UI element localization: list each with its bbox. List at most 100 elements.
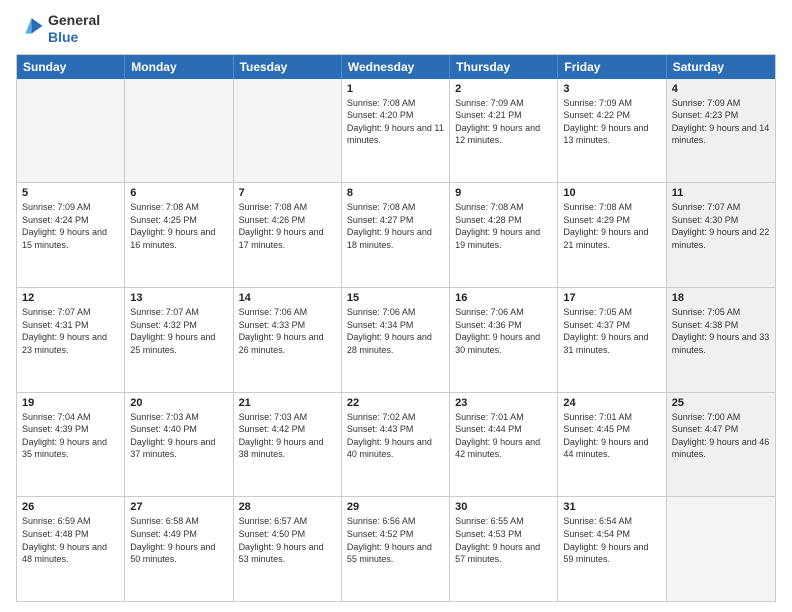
- cell-info: Sunrise: 7:01 AMSunset: 4:44 PMDaylight:…: [455, 411, 552, 461]
- calendar-cell: 6 Sunrise: 7:08 AMSunset: 4:25 PMDaylight…: [125, 183, 233, 287]
- day-number: 30: [455, 501, 552, 513]
- calendar-cell: 30 Sunrise: 6:55 AMSunset: 4:53 PMDayligh…: [450, 497, 558, 601]
- cell-info: Sunrise: 7:05 AMSunset: 4:38 PMDaylight:…: [672, 306, 770, 356]
- cell-info: Sunrise: 7:04 AMSunset: 4:39 PMDaylight:…: [22, 411, 119, 461]
- logo-general: General: [48, 12, 100, 29]
- day-number: 2: [455, 83, 552, 95]
- day-number: 28: [239, 501, 336, 513]
- calendar-cell: 25 Sunrise: 7:00 AMSunset: 4:47 PMDayligh…: [667, 393, 775, 497]
- cell-info: Sunrise: 7:05 AMSunset: 4:37 PMDaylight:…: [563, 306, 660, 356]
- day-number: 4: [672, 83, 770, 95]
- logo: General Blue: [16, 12, 100, 46]
- cell-info: Sunrise: 7:08 AMSunset: 4:29 PMDaylight:…: [563, 201, 660, 251]
- day-number: 6: [130, 187, 227, 199]
- day-number: 24: [563, 397, 660, 409]
- calendar-cell: [125, 79, 233, 183]
- day-number: 25: [672, 397, 770, 409]
- day-header-sunday: Sunday: [17, 55, 125, 79]
- calendar-cell: 10 Sunrise: 7:08 AMSunset: 4:29 PMDayligh…: [558, 183, 666, 287]
- calendar-cell: 26 Sunrise: 6:59 AMSunset: 4:48 PMDayligh…: [17, 497, 125, 601]
- day-number: 31: [563, 501, 660, 513]
- day-number: 16: [455, 292, 552, 304]
- cell-info: Sunrise: 7:08 AMSunset: 4:27 PMDaylight:…: [347, 201, 444, 251]
- cell-info: Sunrise: 6:56 AMSunset: 4:52 PMDaylight:…: [347, 515, 444, 565]
- calendar-row-4: 19Sunrise: 7:04 AMSunset: 4:39 PMDayligh…: [17, 393, 775, 498]
- calendar-cell: 21Sunrise: 7:03 AMSunset: 4:42 PMDayligh…: [234, 393, 342, 497]
- calendar-row-2: 5 Sunrise: 7:09 AMSunset: 4:24 PMDaylight…: [17, 183, 775, 288]
- cell-info: Sunrise: 7:09 AMSunset: 4:22 PMDaylight:…: [563, 97, 660, 147]
- day-header-tuesday: Tuesday: [234, 55, 342, 79]
- day-number: 27: [130, 501, 227, 513]
- calendar-cell: 22 Sunrise: 7:02 AMSunset: 4:43 PMDayligh…: [342, 393, 450, 497]
- day-number: 7: [239, 187, 336, 199]
- cell-info: Sunrise: 7:08 AMSunset: 4:20 PMDaylight:…: [347, 97, 444, 147]
- calendar-cell: 1 Sunrise: 7:08 AMSunset: 4:20 PMDaylight…: [342, 79, 450, 183]
- logo-blue: Blue: [48, 29, 100, 46]
- day-number: 29: [347, 501, 444, 513]
- calendar-cell: 16Sunrise: 7:06 AMSunset: 4:36 PMDayligh…: [450, 288, 558, 392]
- cell-info: Sunrise: 7:02 AMSunset: 4:43 PMDaylight:…: [347, 411, 444, 461]
- calendar-cell: 15Sunrise: 7:06 AMSunset: 4:34 PMDayligh…: [342, 288, 450, 392]
- calendar-cell: 13Sunrise: 7:07 AMSunset: 4:32 PMDayligh…: [125, 288, 233, 392]
- day-header-thursday: Thursday: [450, 55, 558, 79]
- day-number: 3: [563, 83, 660, 95]
- page: General Blue SundayMondayTuesdayWednesda…: [0, 0, 792, 612]
- cell-info: Sunrise: 7:07 AMSunset: 4:31 PMDaylight:…: [22, 306, 119, 356]
- cell-info: Sunrise: 7:09 AMSunset: 4:24 PMDaylight:…: [22, 201, 119, 251]
- calendar-cell: 2 Sunrise: 7:09 AMSunset: 4:21 PMDaylight…: [450, 79, 558, 183]
- day-number: 14: [239, 292, 336, 304]
- cell-info: Sunrise: 6:54 AMSunset: 4:54 PMDaylight:…: [563, 515, 660, 565]
- cell-info: Sunrise: 7:03 AMSunset: 4:42 PMDaylight:…: [239, 411, 336, 461]
- day-number: 10: [563, 187, 660, 199]
- calendar-cell: 9Sunrise: 7:08 AMSunset: 4:28 PMDaylight…: [450, 183, 558, 287]
- day-number: 5: [22, 187, 119, 199]
- cell-info: Sunrise: 7:03 AMSunset: 4:40 PMDaylight:…: [130, 411, 227, 461]
- calendar-cell: 27 Sunrise: 6:58 AMSunset: 4:49 PMDayligh…: [125, 497, 233, 601]
- cell-info: Sunrise: 7:01 AMSunset: 4:45 PMDaylight:…: [563, 411, 660, 461]
- calendar-cell: 20Sunrise: 7:03 AMSunset: 4:40 PMDayligh…: [125, 393, 233, 497]
- cell-info: Sunrise: 7:09 AMSunset: 4:21 PMDaylight:…: [455, 97, 552, 147]
- day-number: 26: [22, 501, 119, 513]
- calendar-cell: 28 Sunrise: 6:57 AMSunset: 4:50 PMDayligh…: [234, 497, 342, 601]
- calendar-body: 1 Sunrise: 7:08 AMSunset: 4:20 PMDaylight…: [17, 79, 775, 601]
- day-header-wednesday: Wednesday: [342, 55, 450, 79]
- calendar-cell: 7 Sunrise: 7:08 AMSunset: 4:26 PMDaylight…: [234, 183, 342, 287]
- cell-info: Sunrise: 6:59 AMSunset: 4:48 PMDaylight:…: [22, 515, 119, 565]
- logo-icon: [16, 15, 44, 43]
- cell-info: Sunrise: 7:09 AMSunset: 4:23 PMDaylight:…: [672, 97, 770, 147]
- day-number: 12: [22, 292, 119, 304]
- calendar-cell: 19Sunrise: 7:04 AMSunset: 4:39 PMDayligh…: [17, 393, 125, 497]
- cell-info: Sunrise: 7:00 AMSunset: 4:47 PMDaylight:…: [672, 411, 770, 461]
- day-header-friday: Friday: [558, 55, 666, 79]
- day-number: 22: [347, 397, 444, 409]
- calendar-cell: 3 Sunrise: 7:09 AMSunset: 4:22 PMDaylight…: [558, 79, 666, 183]
- calendar-cell: [234, 79, 342, 183]
- day-number: 18: [672, 292, 770, 304]
- calendar-cell: [667, 497, 775, 601]
- day-number: 1: [347, 83, 444, 95]
- calendar-cell: 12 Sunrise: 7:07 AMSunset: 4:31 PMDayligh…: [17, 288, 125, 392]
- cell-info: Sunrise: 7:08 AMSunset: 4:25 PMDaylight:…: [130, 201, 227, 251]
- cell-info: Sunrise: 7:08 AMSunset: 4:26 PMDaylight:…: [239, 201, 336, 251]
- day-header-monday: Monday: [125, 55, 233, 79]
- calendar-cell: 8Sunrise: 7:08 AMSunset: 4:27 PMDaylight…: [342, 183, 450, 287]
- day-header-saturday: Saturday: [667, 55, 775, 79]
- header: General Blue: [16, 12, 776, 46]
- cell-info: Sunrise: 7:07 AMSunset: 4:30 PMDaylight:…: [672, 201, 770, 251]
- calendar-row-3: 12 Sunrise: 7:07 AMSunset: 4:31 PMDayligh…: [17, 288, 775, 393]
- cell-info: Sunrise: 6:57 AMSunset: 4:50 PMDaylight:…: [239, 515, 336, 565]
- calendar-cell: 23 Sunrise: 7:01 AMSunset: 4:44 PMDayligh…: [450, 393, 558, 497]
- cell-info: Sunrise: 7:06 AMSunset: 4:34 PMDaylight:…: [347, 306, 444, 356]
- calendar-row-1: 1 Sunrise: 7:08 AMSunset: 4:20 PMDaylight…: [17, 79, 775, 184]
- calendar-header-row: SundayMondayTuesdayWednesdayThursdayFrid…: [17, 55, 775, 79]
- calendar-cell: 5 Sunrise: 7:09 AMSunset: 4:24 PMDaylight…: [17, 183, 125, 287]
- cell-info: Sunrise: 7:07 AMSunset: 4:32 PMDaylight:…: [130, 306, 227, 356]
- calendar-cell: 31 Sunrise: 6:54 AMSunset: 4:54 PMDayligh…: [558, 497, 666, 601]
- calendar-cell: 11Sunrise: 7:07 AMSunset: 4:30 PMDayligh…: [667, 183, 775, 287]
- cell-info: Sunrise: 6:58 AMSunset: 4:49 PMDaylight:…: [130, 515, 227, 565]
- cell-info: Sunrise: 7:06 AMSunset: 4:33 PMDaylight:…: [239, 306, 336, 356]
- day-number: 17: [563, 292, 660, 304]
- day-number: 23: [455, 397, 552, 409]
- cell-info: Sunrise: 6:55 AMSunset: 4:53 PMDaylight:…: [455, 515, 552, 565]
- calendar-cell: 29 Sunrise: 6:56 AMSunset: 4:52 PMDayligh…: [342, 497, 450, 601]
